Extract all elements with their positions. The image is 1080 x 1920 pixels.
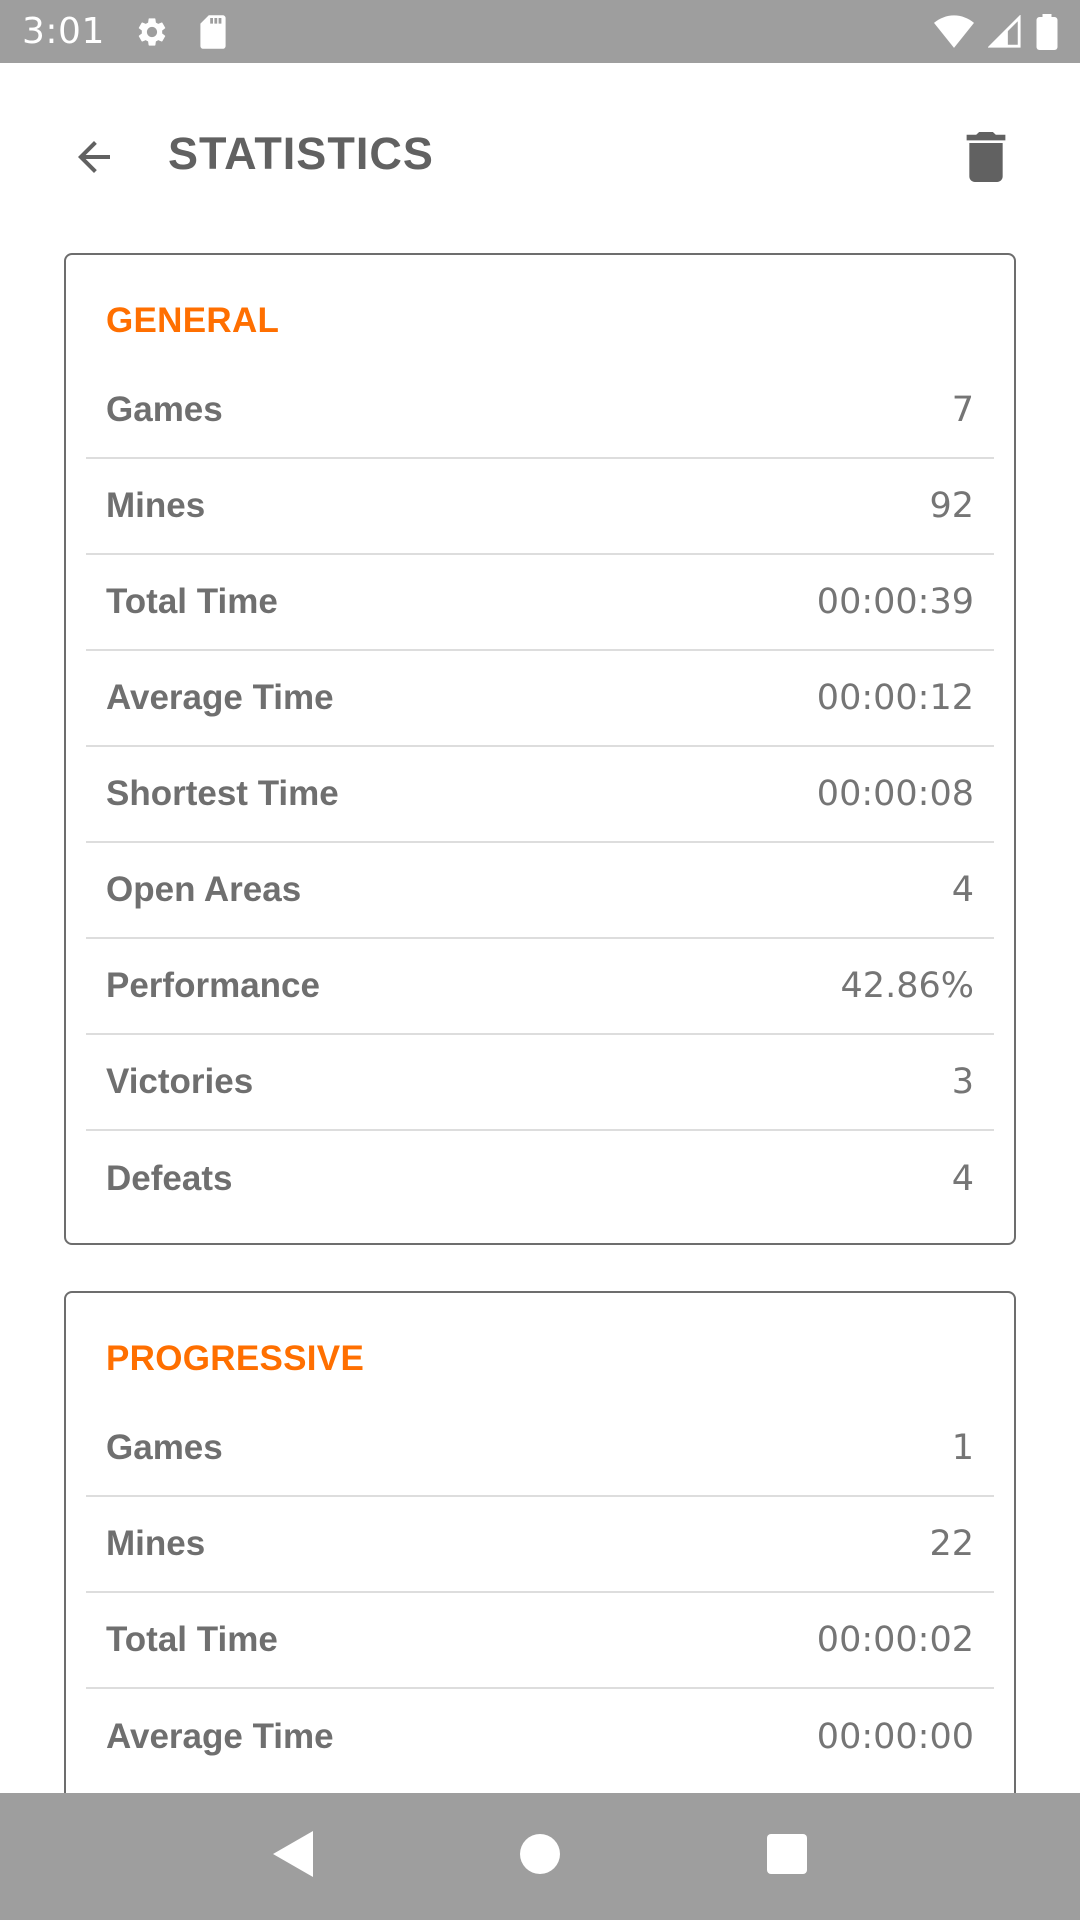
stat-row-games: Games 1 bbox=[86, 1401, 994, 1497]
stat-value: 00:00:12 bbox=[816, 678, 974, 718]
stat-value: 92 bbox=[929, 486, 974, 526]
recents-square-icon bbox=[766, 1834, 807, 1879]
stat-value: 00:00:08 bbox=[816, 774, 974, 814]
stat-value: 00:00:39 bbox=[816, 582, 974, 622]
general-section-card: GENERAL Games 7 Mines 92 Total Time 00:00:39 A… bbox=[64, 253, 1016, 1245]
section-title-general: GENERAL bbox=[106, 301, 280, 340]
stat-label: Average Time bbox=[106, 1717, 334, 1756]
page-title: STATISTICS bbox=[168, 128, 434, 179]
stat-label: Games bbox=[106, 1428, 223, 1467]
stat-value: 4 bbox=[951, 1159, 974, 1199]
stat-row-games: Games 7 bbox=[86, 363, 994, 459]
stat-label: Shortest Time bbox=[106, 774, 339, 813]
stat-value: 1 bbox=[951, 1428, 974, 1468]
stat-label: Mines bbox=[106, 1524, 206, 1563]
stat-label: Average Time bbox=[106, 678, 334, 717]
back-button[interactable] bbox=[62, 127, 126, 191]
stat-label: Total Time bbox=[106, 582, 278, 621]
nav-home-button[interactable] bbox=[500, 1817, 580, 1897]
stat-row-defeats: Defeats 4 bbox=[86, 1131, 994, 1227]
stat-row-victories: Victories 3 bbox=[86, 1035, 994, 1131]
stat-label: Games bbox=[106, 390, 223, 429]
stat-row-average-time: Average Time 00:00:12 bbox=[86, 651, 994, 747]
delete-statistics-button[interactable] bbox=[956, 127, 1016, 191]
stat-label: Defeats bbox=[106, 1159, 233, 1198]
stat-row-shortest-time: Shortest Time 00:00:08 bbox=[86, 747, 994, 843]
stat-label: Total Time bbox=[106, 1620, 278, 1659]
status-time: 3:01 bbox=[22, 11, 105, 52]
stat-label: Victories bbox=[106, 1062, 254, 1101]
stat-label: Mines bbox=[106, 486, 206, 525]
stat-row-mines: Mines 92 bbox=[86, 459, 994, 555]
stat-label: Performance bbox=[106, 966, 320, 1005]
signal-icon bbox=[988, 14, 1022, 49]
status-bar: 3:01 bbox=[0, 0, 1080, 63]
progressive-rows: Games 1 Mines 22 Total Time 00:00:02 Average T… bbox=[86, 1401, 994, 1785]
statistics-content[interactable]: GENERAL Games 7 Mines 92 Total Time 00:00:39 A… bbox=[0, 248, 1080, 1793]
trash-icon bbox=[964, 131, 1008, 187]
app-bar: STATISTICS bbox=[0, 63, 1080, 248]
progressive-section-card: PROGRESSIVE Games 1 Mines 22 Total Time 00:00… bbox=[64, 1291, 1016, 1793]
status-icons-right bbox=[934, 13, 1058, 50]
stat-row-total-time: Total Time 00:00:39 bbox=[86, 555, 994, 651]
stat-value: 4 bbox=[951, 870, 974, 910]
stat-row-average-time: Average Time 00:00:00 bbox=[86, 1689, 994, 1785]
settings-icon bbox=[135, 15, 169, 49]
stat-value: 3 bbox=[951, 1062, 974, 1102]
stat-row-performance: Performance 42.86% bbox=[86, 939, 994, 1035]
general-rows: Games 7 Mines 92 Total Time 00:00:39 Average T… bbox=[86, 363, 994, 1227]
arrow-back-icon bbox=[70, 133, 118, 186]
stat-value: 00:00:02 bbox=[816, 1620, 974, 1660]
stat-value: 00:00:00 bbox=[816, 1717, 974, 1757]
stat-row-mines: Mines 22 bbox=[86, 1497, 994, 1593]
navigation-bar bbox=[0, 1793, 1080, 1920]
nav-recents-button[interactable] bbox=[747, 1817, 827, 1897]
wifi-icon bbox=[934, 14, 974, 49]
section-title-progressive: PROGRESSIVE bbox=[106, 1339, 365, 1378]
stat-row-open-areas: Open Areas 4 bbox=[86, 843, 994, 939]
home-circle-icon bbox=[519, 1834, 560, 1879]
battery-icon bbox=[1036, 13, 1058, 50]
stat-value: 7 bbox=[951, 390, 974, 430]
stat-value: 22 bbox=[929, 1524, 974, 1564]
nav-back-button[interactable] bbox=[253, 1817, 333, 1897]
sd-card-icon bbox=[199, 14, 227, 49]
stat-value: 42.86% bbox=[840, 966, 974, 1006]
back-triangle-icon bbox=[273, 1831, 314, 1882]
status-icons-left bbox=[135, 14, 227, 49]
stat-row-total-time: Total Time 00:00:02 bbox=[86, 1593, 994, 1689]
stat-label: Open Areas bbox=[106, 870, 302, 909]
